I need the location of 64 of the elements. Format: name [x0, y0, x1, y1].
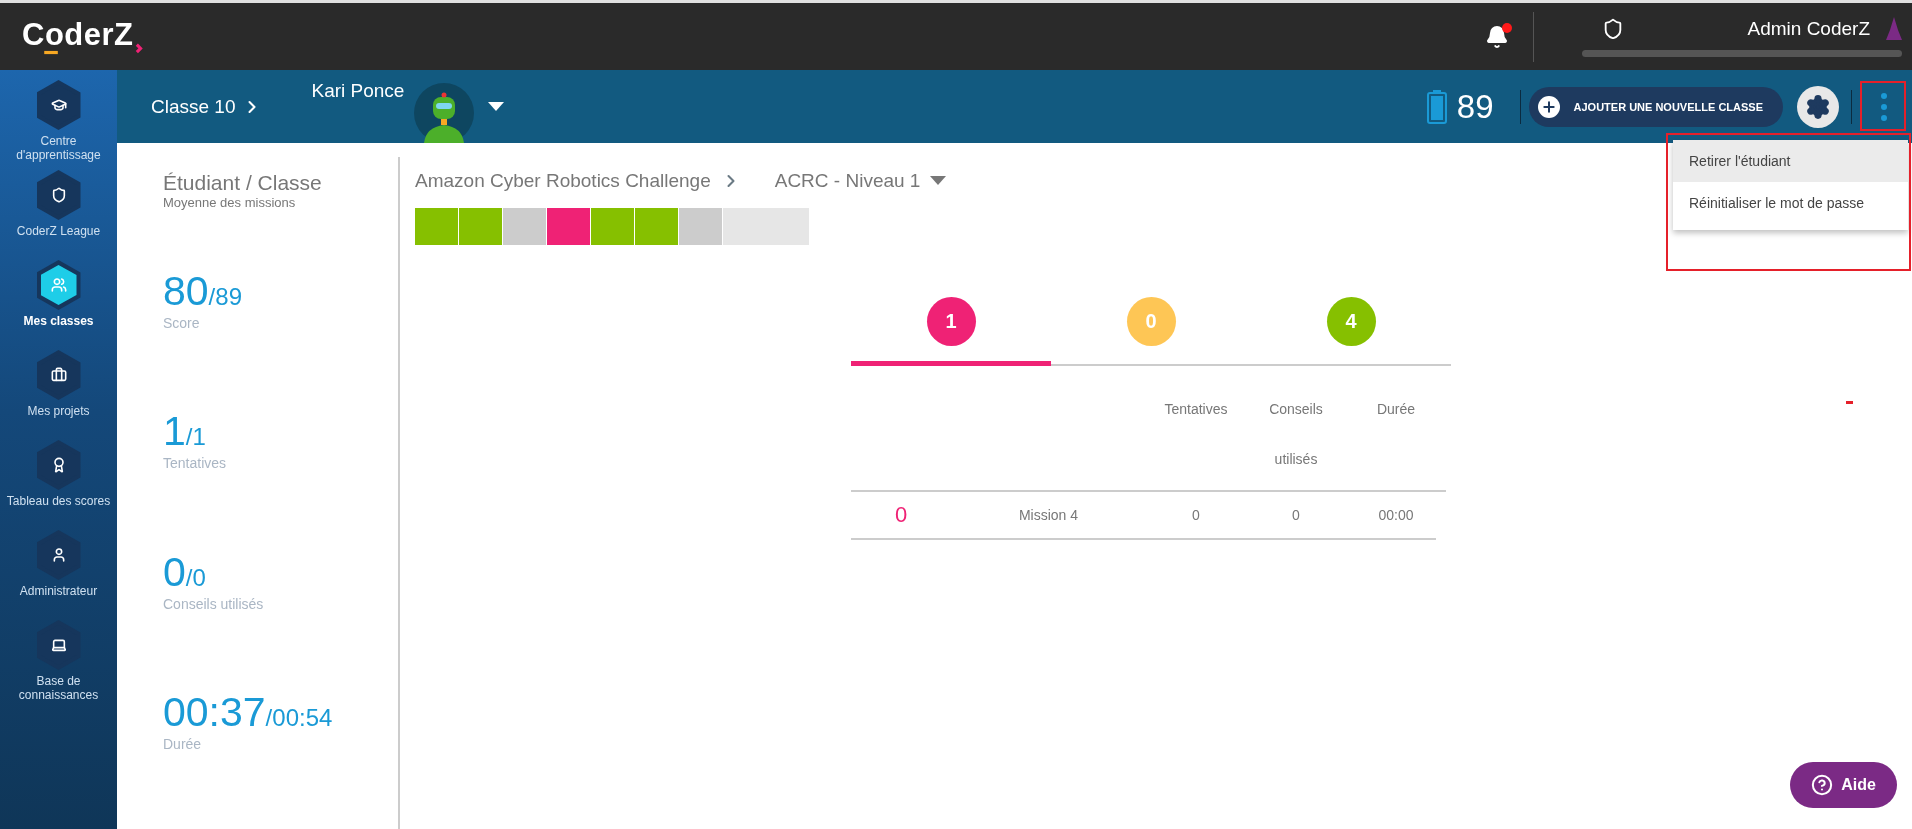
mission-segment[interactable]	[503, 208, 546, 245]
help-button[interactable]: Aide	[1790, 762, 1897, 808]
menu-item[interactable]: Retirer l'étudiant	[1673, 140, 1908, 182]
stat-value: 80/89	[163, 268, 243, 315]
column-header: Durée	[1375, 400, 1417, 419]
avatar-icon[interactable]	[414, 83, 475, 143]
help-icon	[1811, 774, 1834, 796]
stat-label: Tentatives	[163, 455, 228, 472]
count-badge: 4	[1326, 297, 1376, 346]
table-cell-text: 0	[1291, 506, 1301, 525]
sidebar-item[interactable]: CoderZ League	[0, 170, 117, 252]
caret-icon[interactable]	[488, 101, 505, 112]
count-badge: 1	[926, 297, 976, 346]
sidebar-item[interactable]: Administrateur	[0, 530, 117, 612]
column-header: Conseils utilisés	[1268, 400, 1324, 469]
student-name: Kari Ponce	[311, 80, 405, 102]
plus-icon	[1537, 95, 1560, 118]
notification-bell-icon[interactable]	[1485, 24, 1509, 49]
sidebar-item[interactable]: Mes classes	[0, 260, 117, 342]
shield-icon	[1602, 18, 1624, 40]
table-cell-text: 0	[893, 501, 909, 529]
sidebar-item[interactable]: Mes projets	[0, 350, 117, 432]
caret-icon	[930, 176, 947, 186]
mission-segment[interactable]	[415, 208, 458, 245]
result-tab[interactable]: 1	[851, 289, 1051, 366]
settings-button[interactable]	[1797, 85, 1839, 128]
gear-icon	[1805, 93, 1831, 120]
stats-title: Étudiant / Classe	[163, 171, 323, 195]
mission-segment[interactable]	[723, 208, 809, 245]
table-cell-text: 00:00	[1377, 506, 1415, 525]
battery-icon	[1426, 89, 1447, 124]
score-value: 89	[1456, 87, 1494, 126]
count-badge: 0	[1126, 297, 1176, 346]
class-breadcrumb[interactable]: Classe 10	[151, 95, 262, 118]
table-cell-text: 0	[1191, 506, 1201, 525]
sidebar-item[interactable]: Tableau des scores	[0, 440, 117, 522]
sidebar-item[interactable]: Base de connaissances	[0, 620, 117, 702]
mission-segment[interactable]	[635, 208, 678, 245]
menu-item[interactable]: Réinitialiser le mot de passe	[1673, 182, 1908, 224]
table-cell-text: Mission 4	[1017, 506, 1080, 525]
stat-label: Durée	[163, 735, 203, 752]
stat-label: Conseils utilisés	[163, 595, 265, 612]
logo[interactable]: CoderZ	[22, 17, 146, 56]
people-icon	[50, 277, 67, 293]
user-avatar-icon[interactable]	[1884, 16, 1904, 42]
column-header: Tentatives	[1163, 400, 1229, 419]
stats-subtitle: Moyenne des missions	[163, 195, 297, 210]
laptop-icon	[50, 637, 67, 653]
graduation-cap-icon	[50, 97, 67, 113]
mission-segment[interactable]	[547, 208, 590, 245]
stat-value: 00:37/00:54	[163, 688, 334, 736]
user-name[interactable]: Admin CoderZ	[1747, 18, 1870, 40]
mission-segment[interactable]	[459, 208, 502, 245]
stat-label: Score	[163, 315, 201, 331]
briefcase-icon	[50, 367, 67, 383]
mission-segment[interactable]	[679, 208, 722, 245]
course-breadcrumb[interactable]: Amazon Cyber Robotics Challenge	[415, 170, 711, 192]
level-dropdown[interactable]: ACRC - Niveau 1	[774, 170, 947, 192]
stat-value: 0/0	[163, 548, 207, 596]
add-class-button[interactable]: AJOUTER UNE NOUVELLE CLASSE	[1528, 86, 1783, 127]
mission-segment[interactable]	[591, 208, 634, 245]
shield-icon	[50, 187, 67, 203]
sidebar-item[interactable]: Centre d'apprentissage	[0, 80, 117, 162]
stat-value: 1/1	[163, 408, 207, 456]
